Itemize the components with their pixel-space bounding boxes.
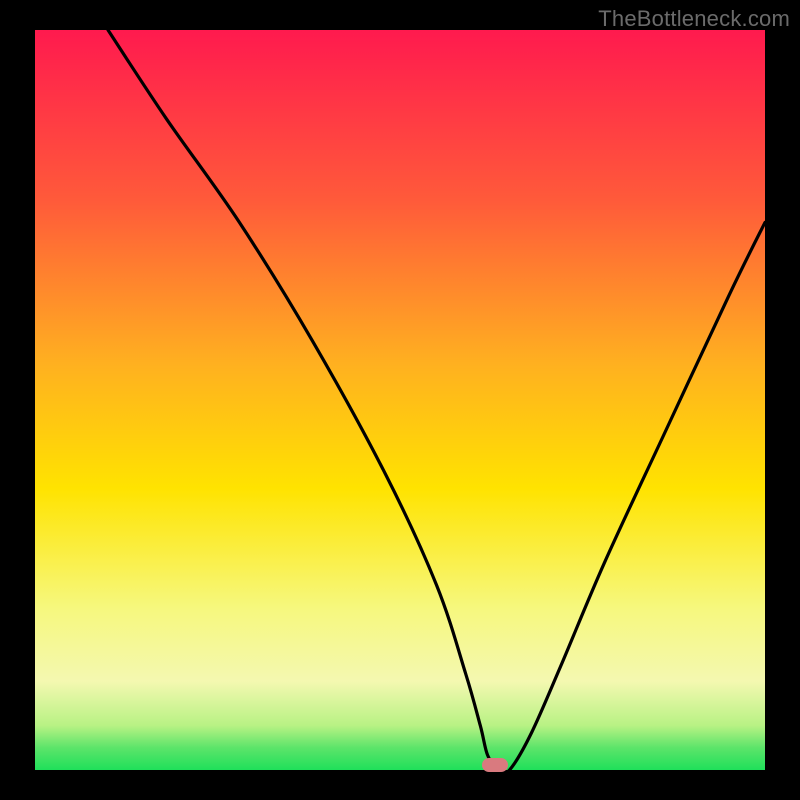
- chart-frame: TheBottleneck.com: [0, 0, 800, 800]
- optimal-point-marker: [482, 758, 508, 772]
- watermark-text: TheBottleneck.com: [598, 6, 790, 32]
- bottleneck-curve: [35, 30, 765, 770]
- plot-area: [35, 30, 765, 770]
